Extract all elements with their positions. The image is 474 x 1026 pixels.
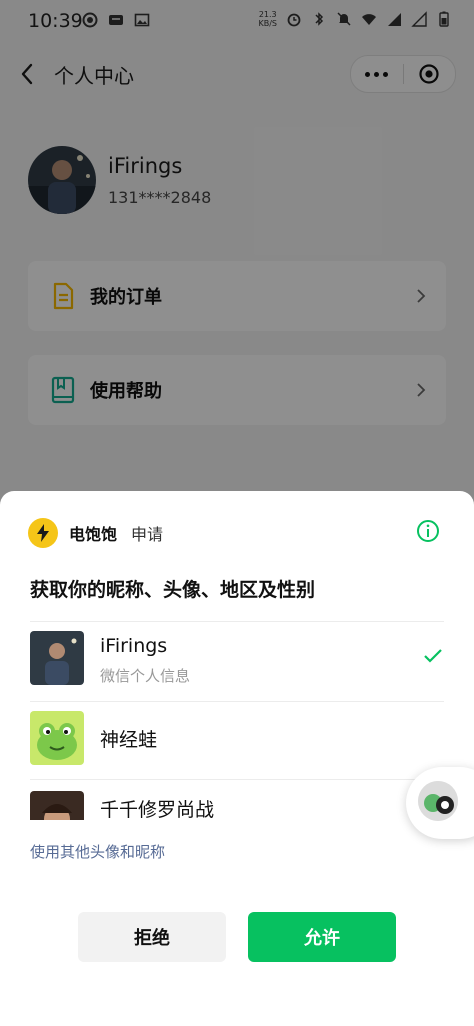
option-avatar bbox=[30, 791, 84, 820]
profile-options-list: iFirings 微信个人信息 神经蛙 千千修罗尚战 bbox=[0, 621, 474, 820]
authorization-sheet: 电饱饱 申请 获取你的昵称、头像、地区及性别 iFirings 微信个人信息 神… bbox=[0, 491, 474, 1026]
floating-avatar-icon bbox=[418, 781, 458, 821]
floating-assistant-button[interactable] bbox=[406, 767, 474, 839]
option-name: iFirings bbox=[100, 635, 168, 657]
option-name: 神经蛙 bbox=[100, 729, 158, 751]
checkmark-icon bbox=[424, 649, 442, 663]
option-alt-profile[interactable]: 神经蛙 bbox=[30, 703, 444, 775]
option-avatar bbox=[30, 711, 84, 765]
app-header: 电饱饱 申请 bbox=[28, 517, 446, 549]
request-title: 获取你的昵称、头像、地区及性别 bbox=[30, 579, 316, 601]
divider bbox=[30, 701, 444, 702]
use-other-profile-link[interactable]: 使用其他头像和昵称 bbox=[30, 841, 165, 862]
apply-label: 申请 bbox=[131, 525, 164, 544]
option-wechat-profile[interactable]: iFirings 微信个人信息 bbox=[30, 623, 444, 695]
lightning-icon bbox=[37, 524, 49, 542]
divider bbox=[30, 779, 444, 780]
allow-button[interactable]: 允许 bbox=[248, 912, 396, 962]
reject-button[interactable]: 拒绝 bbox=[78, 912, 226, 962]
app-name: 电饱饱 bbox=[69, 525, 118, 544]
info-icon[interactable] bbox=[416, 519, 440, 543]
app-logo bbox=[28, 518, 58, 548]
option-avatar bbox=[30, 631, 84, 685]
option-subtitle: 微信个人信息 bbox=[100, 667, 191, 685]
option-alt-profile[interactable]: 千千修罗尚战 bbox=[30, 783, 444, 820]
option-name: 千千修罗尚战 bbox=[100, 799, 215, 820]
